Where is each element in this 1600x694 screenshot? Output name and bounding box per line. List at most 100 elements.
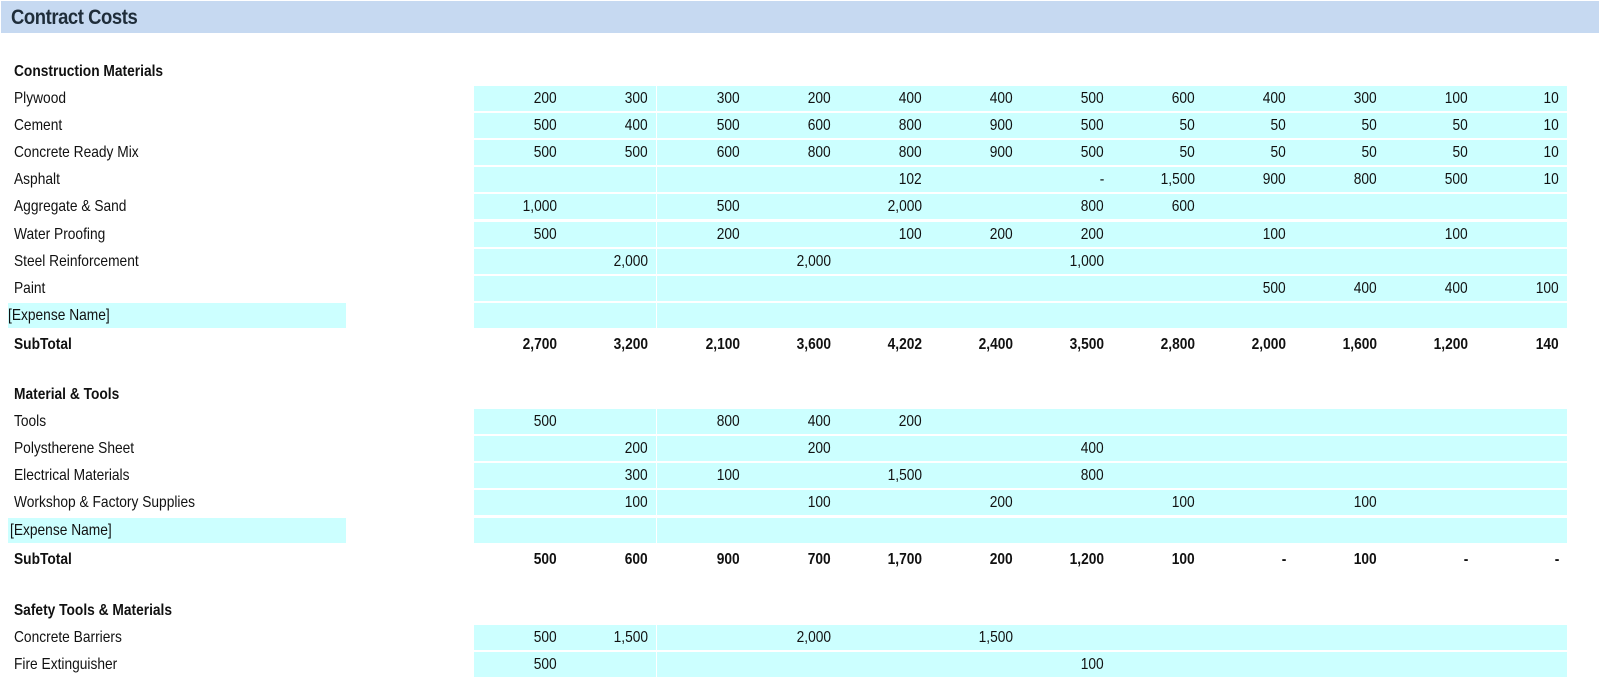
value-cell[interactable]: 10 <box>1476 86 1567 111</box>
value-cell[interactable] <box>1203 518 1294 543</box>
value-cell[interactable] <box>839 249 930 274</box>
value-cell[interactable] <box>1203 303 1294 328</box>
value-cell[interactable] <box>565 518 656 543</box>
value-cell[interactable] <box>1385 463 1476 488</box>
value-cell[interactable] <box>1385 490 1476 515</box>
value-cell[interactable]: 1,500 <box>839 463 930 488</box>
value-cell[interactable] <box>474 518 565 543</box>
value-cell[interactable] <box>1385 652 1476 677</box>
value-cell[interactable]: 400 <box>1385 276 1476 301</box>
value-cell[interactable]: 100 <box>1203 222 1294 247</box>
value-cell[interactable]: 400 <box>839 86 930 111</box>
value-cell[interactable] <box>1294 222 1385 247</box>
value-cell[interactable] <box>1021 303 1112 328</box>
value-cell[interactable]: 10 <box>1476 167 1567 192</box>
value-cell[interactable]: 600 <box>657 140 748 165</box>
value-cell[interactable]: 600 <box>1112 86 1203 111</box>
value-cell[interactable] <box>1385 409 1476 434</box>
value-cell[interactable]: 100 <box>1021 652 1112 677</box>
value-cell[interactable]: 200 <box>657 222 748 247</box>
value-cell[interactable] <box>930 194 1021 219</box>
value-cell[interactable]: 2,000 <box>839 194 930 219</box>
value-cell[interactable]: 1,000 <box>474 194 565 219</box>
value-cell[interactable]: 500 <box>1385 167 1476 192</box>
value-cell[interactable] <box>657 276 748 301</box>
value-cell[interactable]: 100 <box>1112 490 1203 515</box>
value-cell[interactable]: 500 <box>474 222 565 247</box>
value-cell[interactable] <box>748 167 839 192</box>
value-cell[interactable] <box>1476 249 1567 274</box>
value-cell[interactable]: 200 <box>839 409 930 434</box>
value-cell[interactable]: 1,500 <box>565 625 656 650</box>
value-cell[interactable] <box>748 194 839 219</box>
value-cell[interactable] <box>839 518 930 543</box>
value-cell[interactable] <box>1112 652 1203 677</box>
value-cell[interactable] <box>657 436 748 461</box>
value-cell[interactable] <box>1294 518 1385 543</box>
value-cell[interactable] <box>930 249 1021 274</box>
value-cell[interactable] <box>1294 194 1385 219</box>
value-cell[interactable]: 500 <box>474 140 565 165</box>
value-cell[interactable] <box>657 249 748 274</box>
value-cell[interactable] <box>748 222 839 247</box>
value-cell[interactable] <box>748 276 839 301</box>
value-cell[interactable] <box>1112 222 1203 247</box>
value-cell[interactable] <box>657 625 748 650</box>
value-cell[interactable] <box>1203 409 1294 434</box>
value-cell[interactable]: 2,000 <box>748 625 839 650</box>
value-cell[interactable] <box>748 303 839 328</box>
value-cell[interactable] <box>1476 652 1567 677</box>
value-cell[interactable]: 2,000 <box>565 249 656 274</box>
value-cell[interactable] <box>1203 463 1294 488</box>
value-cell[interactable] <box>930 276 1021 301</box>
value-cell[interactable]: 500 <box>1021 140 1112 165</box>
value-cell[interactable] <box>1112 436 1203 461</box>
value-cell[interactable]: 400 <box>565 113 656 138</box>
value-cell[interactable] <box>657 652 748 677</box>
value-cell[interactable]: 200 <box>748 86 839 111</box>
value-cell[interactable]: 1,500 <box>1112 167 1203 192</box>
value-cell[interactable] <box>748 518 839 543</box>
value-cell[interactable]: 400 <box>1021 436 1112 461</box>
value-cell[interactable]: 300 <box>657 86 748 111</box>
value-cell[interactable] <box>565 652 656 677</box>
expense-name-input[interactable]: [Expense Name] <box>8 303 346 328</box>
value-cell[interactable]: 50 <box>1385 113 1476 138</box>
value-cell[interactable]: 100 <box>839 222 930 247</box>
value-cell[interactable]: 500 <box>1021 86 1112 111</box>
value-cell[interactable] <box>657 490 748 515</box>
value-cell[interactable] <box>1112 409 1203 434</box>
value-cell[interactable] <box>1385 303 1476 328</box>
value-cell[interactable] <box>1203 194 1294 219</box>
value-cell[interactable] <box>748 652 839 677</box>
value-cell[interactable]: 500 <box>1021 113 1112 138</box>
value-cell[interactable]: 200 <box>748 436 839 461</box>
expense-name-input[interactable]: [Expense Name] <box>8 518 346 543</box>
value-cell[interactable]: - <box>1021 167 1112 192</box>
value-cell[interactable] <box>1385 249 1476 274</box>
value-cell[interactable] <box>1476 625 1567 650</box>
value-cell[interactable] <box>1476 222 1567 247</box>
value-cell[interactable]: 800 <box>839 140 930 165</box>
value-cell[interactable]: 900 <box>930 113 1021 138</box>
value-cell[interactable]: 900 <box>930 140 1021 165</box>
value-cell[interactable] <box>474 303 565 328</box>
value-cell[interactable]: 10 <box>1476 113 1567 138</box>
value-cell[interactable] <box>839 276 930 301</box>
value-cell[interactable] <box>1385 436 1476 461</box>
value-cell[interactable] <box>1021 409 1112 434</box>
value-cell[interactable]: 400 <box>748 409 839 434</box>
value-cell[interactable] <box>1021 276 1112 301</box>
value-cell[interactable] <box>474 167 565 192</box>
value-cell[interactable]: 10 <box>1476 140 1567 165</box>
value-cell[interactable] <box>930 409 1021 434</box>
value-cell[interactable]: 100 <box>657 463 748 488</box>
value-cell[interactable] <box>474 436 565 461</box>
value-cell[interactable]: 100 <box>1294 490 1385 515</box>
value-cell[interactable] <box>839 436 930 461</box>
value-cell[interactable]: 500 <box>657 194 748 219</box>
value-cell[interactable] <box>565 222 656 247</box>
value-cell[interactable] <box>839 652 930 677</box>
value-cell[interactable] <box>1385 194 1476 219</box>
value-cell[interactable] <box>657 303 748 328</box>
